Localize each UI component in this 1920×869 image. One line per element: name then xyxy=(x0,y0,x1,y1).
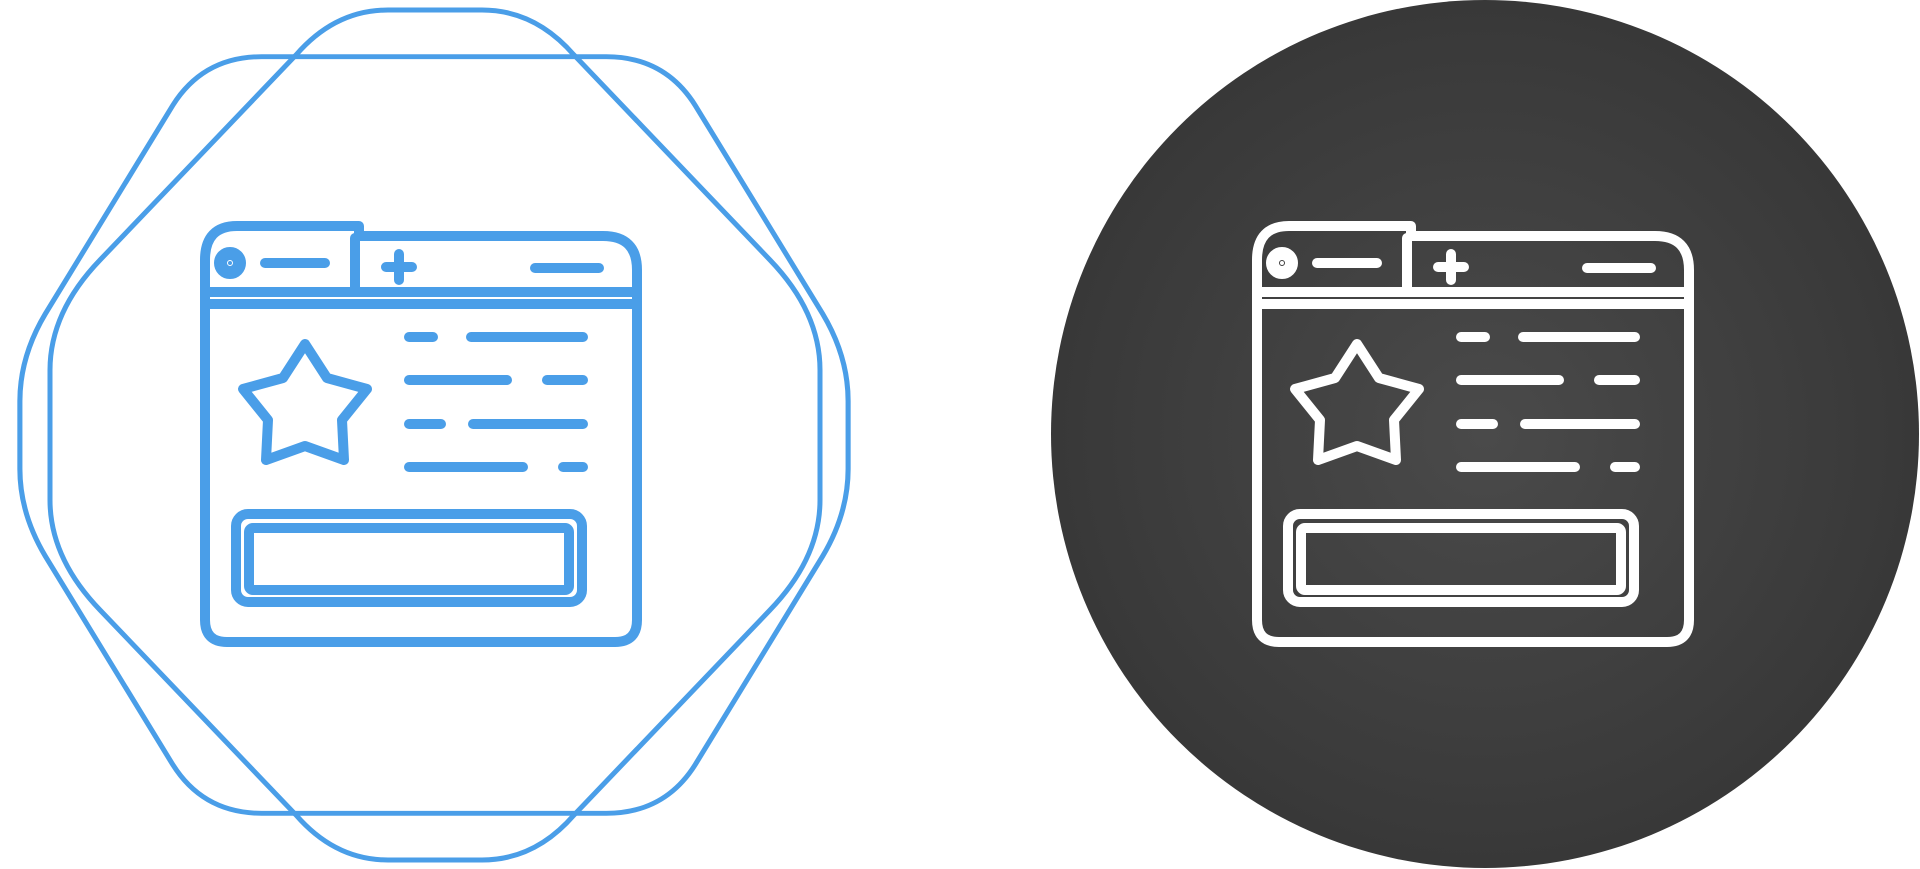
icon-showcase xyxy=(17,0,1919,868)
left-badge-icon xyxy=(17,7,851,863)
left-webpage-icon xyxy=(205,226,637,642)
right-dark-circle xyxy=(1051,0,1919,868)
